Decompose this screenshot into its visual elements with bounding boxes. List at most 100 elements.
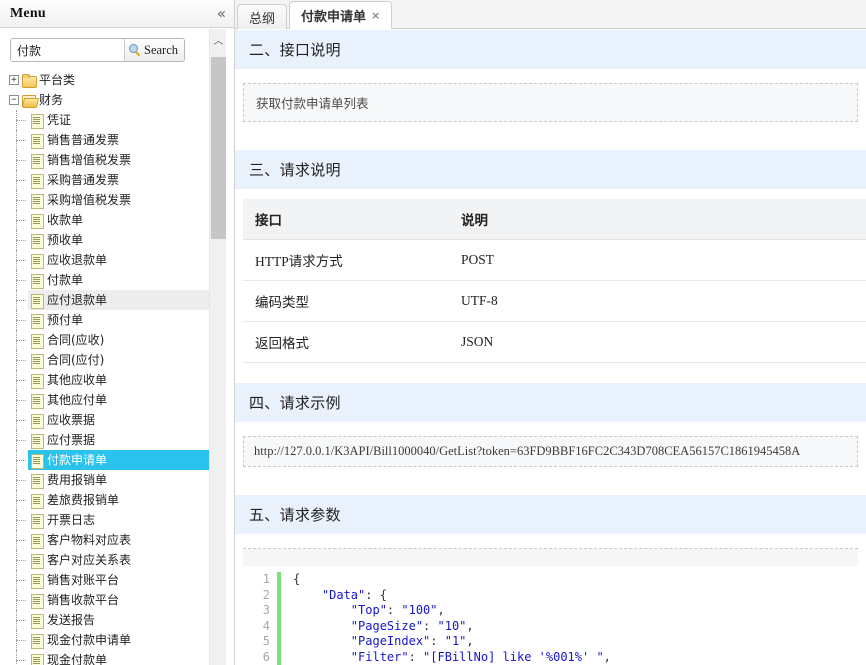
tree-item-content: 现金付款申请单: [30, 630, 131, 650]
tree-item-label: 合同(应收): [47, 333, 105, 347]
tree-item-label: 开票日志: [47, 513, 96, 527]
tree-item[interactable]: 预收单: [8, 230, 234, 250]
section-heading-request-description: 三、请求说明: [235, 150, 866, 189]
tree-item[interactable]: 采购增值税发票: [8, 190, 234, 210]
tree-item-label: 销售对账平台: [47, 573, 120, 587]
section-heading-request-example: 四、请求示例: [235, 383, 866, 422]
tree-item-content: 预收单: [30, 230, 83, 250]
tree-item[interactable]: 费用报销单: [8, 470, 234, 490]
table-header-description: 说明: [449, 199, 866, 240]
code-toolbar: [243, 549, 858, 566]
tree-item[interactable]: 销售收款平台: [8, 590, 234, 610]
table-cell-value: JSON: [449, 321, 866, 363]
tree-item[interactable]: 销售对账平台: [8, 570, 234, 590]
tab-payment-request[interactable]: 付款申请单 ×: [289, 1, 393, 29]
scrollbar-thumb[interactable]: [211, 57, 226, 239]
tree-item-label: 应收退款单: [47, 253, 108, 267]
scroll-up-arrow-icon[interactable]: ︿: [210, 29, 227, 49]
tree-item-label: 平台类: [39, 73, 76, 87]
search-box: Search: [10, 38, 185, 62]
table-body: HTTP请求方式 POST 编码类型 UTF-8 返回格式 JSON: [243, 239, 866, 363]
tree-item-label: 销售增值税发票: [47, 153, 132, 167]
tree-item[interactable]: 其他应付单: [8, 390, 234, 410]
page-icon: [30, 533, 44, 549]
page-icon: [30, 213, 44, 229]
search-button[interactable]: Search: [124, 39, 184, 61]
tree-item-content: 采购增值税发票: [30, 190, 131, 210]
page-icon: [30, 613, 44, 629]
tree-item-label: 收款单: [47, 213, 84, 227]
tree-item[interactable]: 付款单: [8, 270, 234, 290]
tree-item[interactable]: 现金付款单: [8, 650, 234, 665]
section-heading-interface-description: 二、接口说明: [235, 30, 866, 69]
tab-overview[interactable]: 总纲: [237, 4, 288, 29]
tree-item[interactable]: + 平台类: [8, 70, 234, 90]
tab-label: 付款申请单: [301, 9, 367, 24]
tree-item-content: 开票日志: [30, 510, 95, 530]
tree-item[interactable]: 应收票据: [8, 410, 234, 430]
page-icon: [30, 553, 44, 569]
tree-item-content: 凭证: [30, 110, 71, 130]
tree-item[interactable]: 现金付款申请单: [8, 630, 234, 650]
tree-item[interactable]: 合同(应付): [8, 350, 234, 370]
tree-item-label: 应收票据: [47, 413, 96, 427]
tree-item[interactable]: 其他应收单: [8, 370, 234, 390]
tree-item[interactable]: 差旅费报销单: [8, 490, 234, 510]
content-panel: 总纲 付款申请单 × 二、接口说明 获取付款申请单列表 三、请求说明 接口 说明 H…: [235, 0, 866, 665]
tree-item[interactable]: 应收退款单: [8, 250, 234, 270]
tree-item[interactable]: 付款申请单: [8, 450, 234, 470]
page-icon: [30, 433, 44, 449]
tree-item-content: 费用报销单: [30, 470, 107, 490]
folder-closed-icon: [22, 73, 37, 88]
tree-item[interactable]: 客户物料对应表: [8, 530, 234, 550]
page-title: Menu: [10, 5, 46, 21]
page-icon: [30, 393, 44, 409]
tree-item-content: 销售收款平台: [30, 590, 119, 610]
tree-item[interactable]: 采购普通发票: [8, 170, 234, 190]
page-icon: [30, 373, 44, 389]
request-description-table: 接口 说明 HTTP请求方式 POST 编码类型 UTF-8 返回格式 JSON: [243, 199, 866, 363]
tree-item-content: 收款单: [30, 210, 83, 230]
tree-item-content: 付款申请单: [30, 450, 107, 470]
tree-item-content: 平台类: [8, 70, 75, 90]
tree-item[interactable]: 预付单: [8, 310, 234, 330]
tree-item-label: 预付单: [47, 313, 84, 327]
page-icon: [30, 493, 44, 509]
tab-close-icon[interactable]: ×: [371, 9, 380, 22]
table-header-row: 接口 说明: [243, 199, 866, 240]
tree-item-label: 费用报销单: [47, 473, 108, 487]
tree-item-label: 财务: [39, 93, 64, 107]
tree-item-content: 现金付款单: [30, 650, 107, 665]
request-example-url[interactable]: http://127.0.0.1/K3API/Bill1000040/GetLi…: [243, 436, 858, 467]
tree-item[interactable]: − 财务: [8, 90, 234, 110]
table-cell-value: UTF-8: [449, 280, 866, 322]
tree-item-label: 凭证: [47, 113, 72, 127]
tree-item[interactable]: 合同(应收): [8, 330, 234, 350]
tree-item[interactable]: 发送报告: [8, 610, 234, 630]
tree-item[interactable]: 开票日志: [8, 510, 234, 530]
tree-item[interactable]: 销售普通发票: [8, 130, 234, 150]
code-area: 1 2 3 4 5 6 7 8 9 { "Data": { "Top": "10…: [243, 566, 858, 665]
tree-vertical-scrollbar[interactable]: ︿: [209, 29, 226, 665]
tree-item[interactable]: 应付票据: [8, 430, 234, 450]
code-content[interactable]: { "Data": { "Top": "100", "PageSize": "1…: [293, 572, 611, 665]
tree-item[interactable]: 客户对应关系表: [8, 550, 234, 570]
tree-item-content: 财务: [8, 90, 63, 110]
api-document: 二、接口说明 获取付款申请单列表 三、请求说明 接口 说明 HTTP请求方式 P…: [235, 30, 866, 665]
tree-item[interactable]: 销售增值税发票: [8, 150, 234, 170]
tree-item-label: 客户对应关系表: [47, 553, 132, 567]
table-cell-value: POST: [449, 239, 866, 281]
tree-item[interactable]: 收款单: [8, 210, 234, 230]
tree-item-content: 合同(应付): [30, 350, 104, 370]
search-input[interactable]: [11, 39, 124, 61]
interface-description-box: 获取付款申请单列表: [243, 83, 858, 122]
tree-item[interactable]: 凭证: [8, 110, 234, 130]
tree-item-label: 其他应收单: [47, 373, 108, 387]
tree-item[interactable]: 应付退款单: [8, 290, 234, 310]
page-icon: [30, 413, 44, 429]
collapse-panel-icon[interactable]: «: [217, 6, 226, 21]
tree-item-label: 采购普通发票: [47, 173, 120, 187]
